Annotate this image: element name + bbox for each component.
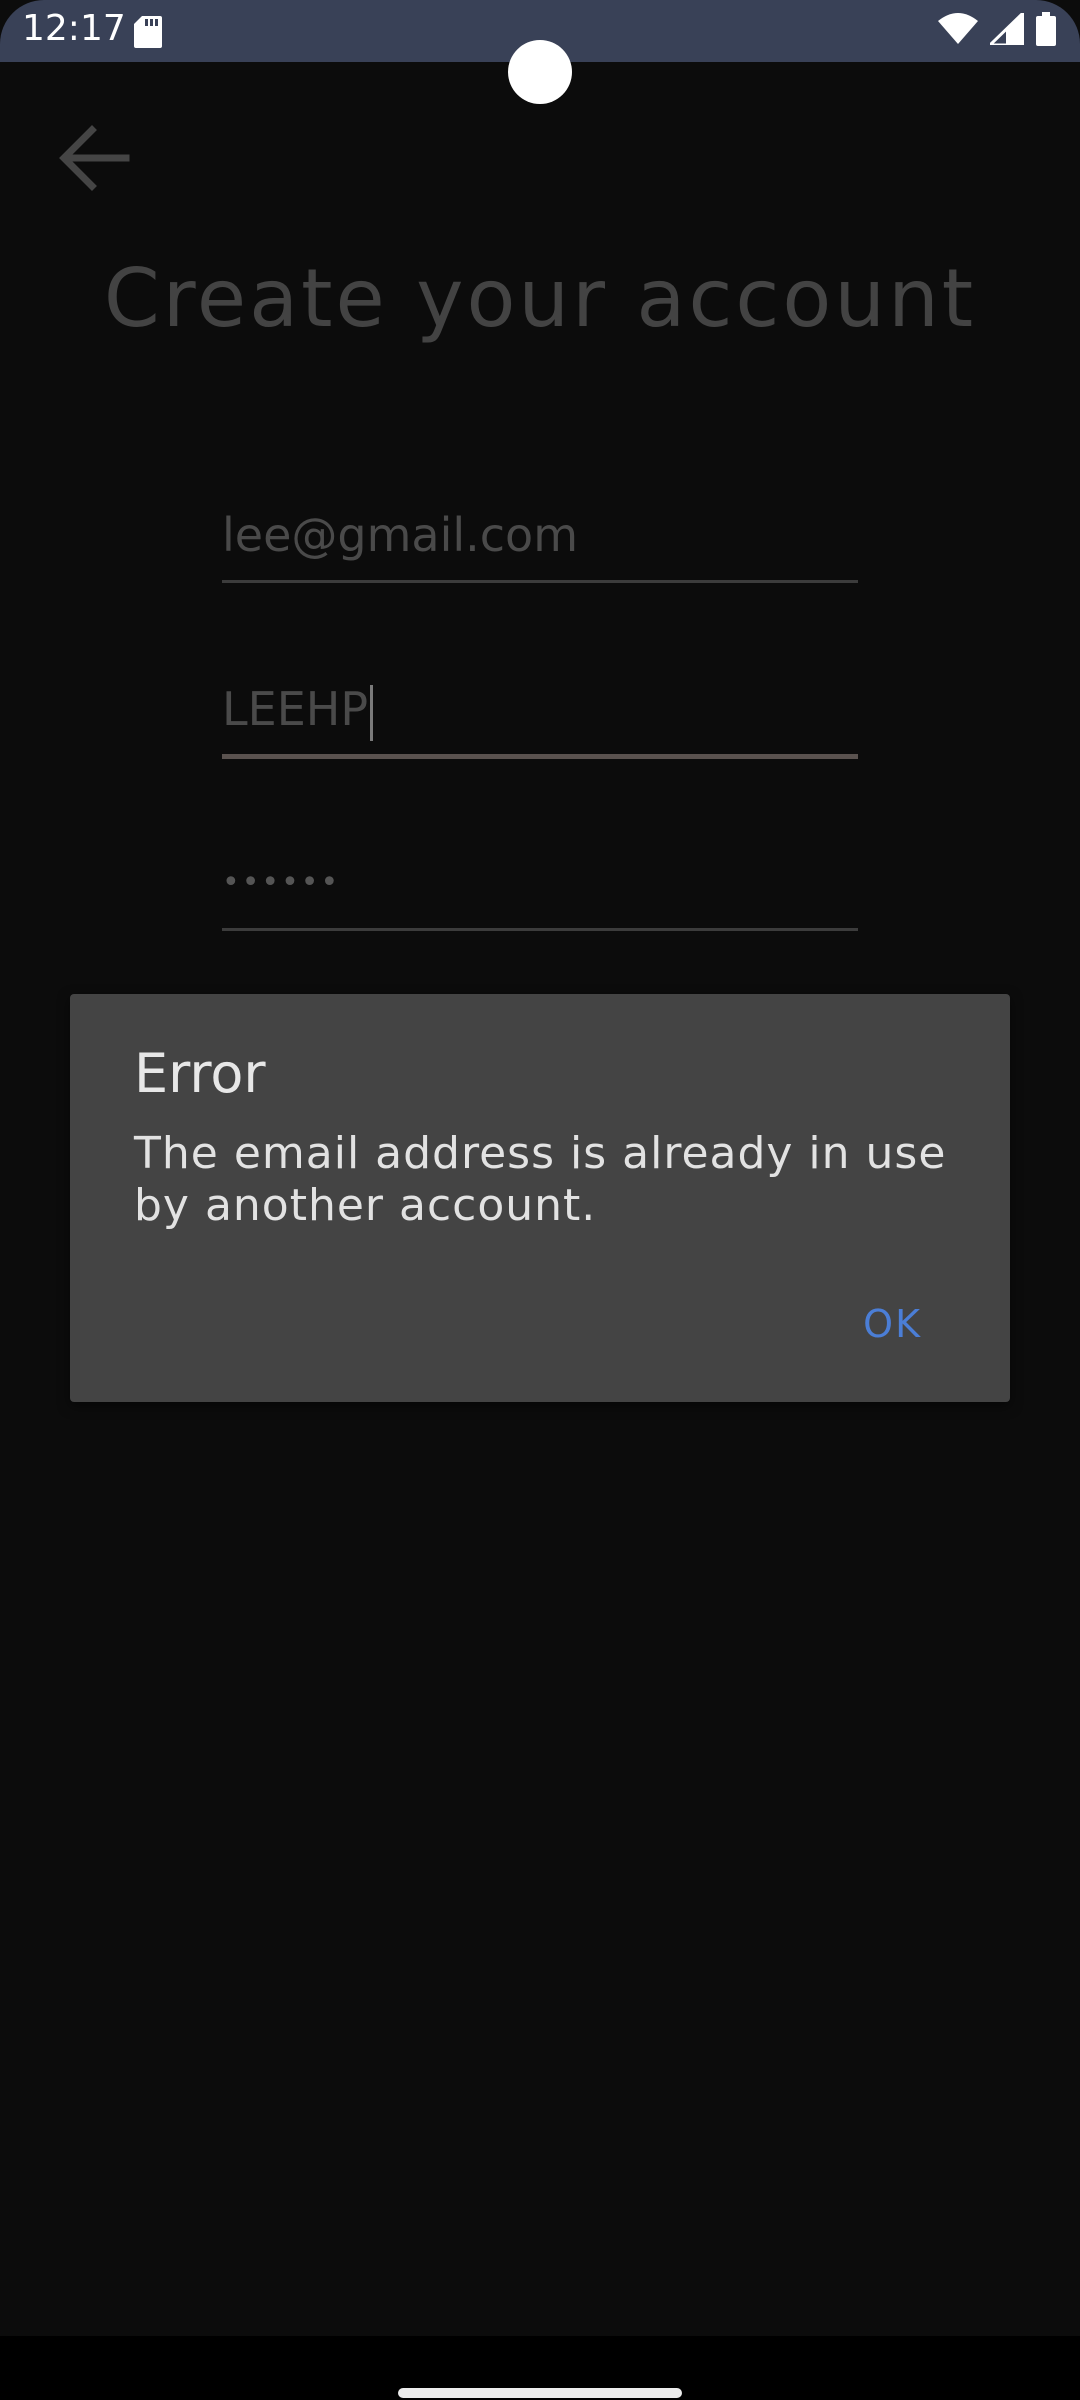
sd-card-icon [134,16,162,48]
wifi-icon [938,13,978,49]
username-underline [222,754,858,759]
text-cursor [370,684,374,741]
email-input-value: lee@gmail.com [222,508,579,562]
ok-button[interactable]: OK [857,1294,928,1354]
page-title: Create your account [103,252,977,345]
username-field[interactable]: LEEHP [222,678,858,759]
camera-cutout [508,40,572,104]
username-input-wrapper: LEEHP [222,678,858,741]
status-time: 12:17 [22,8,126,49]
email-field[interactable]: lee@gmail.com [222,504,858,583]
dialog-message: The email address is already in use by a… [134,1128,947,1231]
password-field[interactable]: •••••• [222,852,858,931]
password-underline [222,928,858,931]
password-input-value: •••••• [222,865,341,900]
signal-icon [986,9,1025,49]
dialog-title: Error [134,1042,266,1105]
back-button[interactable] [52,118,136,202]
screen: 12:17 Create your account lee@gmail.com … [0,0,1080,2400]
error-dialog: Error The email address is already in us… [70,994,1010,1402]
arrow-left-icon [58,122,130,198]
email-underline [222,580,858,583]
battery-icon [1036,12,1056,50]
username-input-value: LEEHP [222,682,369,736]
home-handle[interactable] [398,2388,682,2398]
status-icons [938,9,1056,50]
